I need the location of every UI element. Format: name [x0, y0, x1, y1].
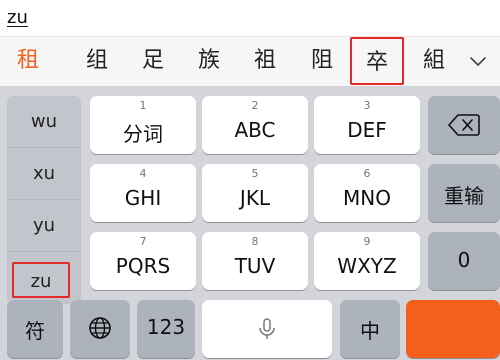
key-5[interactable]: 5 JKL [202, 164, 308, 222]
key-label: GHI [124, 186, 162, 210]
key-7[interactable]: 7 PQRS [90, 232, 196, 290]
candidate-5[interactable]: 祖 [245, 44, 285, 78]
key-label: DEF [347, 118, 387, 142]
candidate-bar: 租 组 足 族 祖 阻 卒 組 [0, 36, 500, 86]
key-number: 7 [139, 235, 147, 248]
candidate-8[interactable]: 組 [414, 44, 454, 78]
key-1[interactable]: 1 分词 [90, 96, 196, 154]
language-key[interactable]: 中 [340, 300, 400, 358]
enter-key[interactable] [406, 300, 500, 358]
key-label: 分词 [123, 122, 163, 146]
numbers-key[interactable]: 123 [137, 300, 195, 358]
delete-key[interactable] [428, 96, 500, 154]
key-number: 4 [139, 167, 147, 180]
key-label: 重输 [444, 184, 484, 208]
key-number: 2 [251, 99, 259, 112]
key-label: JKL [239, 186, 271, 210]
key-label: 符 [25, 319, 45, 343]
pinyin-item[interactable]: xu [7, 148, 81, 200]
candidate-6[interactable]: 阻 [302, 44, 342, 78]
chevron-down-icon[interactable] [468, 51, 488, 71]
keyboard: wu xu yu zu 1 分词 2 ABC 3 DEF 4 GHI 5 JKL… [0, 86, 500, 360]
key-label: MNO [343, 186, 391, 210]
key-label: PQRS [115, 254, 171, 278]
key-number: 1 [139, 99, 147, 112]
pinyin-item[interactable]: wu [7, 96, 81, 148]
candidate-3[interactable]: 足 [133, 44, 173, 78]
candidate-7[interactable]: 卒 [350, 37, 404, 85]
pinyin-list[interactable]: wu xu yu zu [7, 96, 81, 304]
candidate-2[interactable]: 组 [77, 44, 117, 78]
key-8[interactable]: 8 TUV [202, 232, 308, 290]
key-9[interactable]: 9 WXYZ [314, 232, 420, 290]
key-number: 6 [363, 167, 371, 180]
key-4[interactable]: 4 GHI [90, 164, 196, 222]
candidate-4[interactable]: 族 [189, 44, 229, 78]
key-3[interactable]: 3 DEF [314, 96, 420, 154]
key-label: 0 [457, 248, 471, 272]
key-number: 8 [251, 235, 259, 248]
pinyin-item[interactable]: yu [7, 200, 81, 252]
key-label: 中 [360, 319, 380, 343]
key-number: 3 [363, 99, 371, 112]
pinyin-item-selected[interactable]: zu [12, 262, 70, 298]
key-2[interactable]: 2 ABC [202, 96, 308, 154]
globe-key[interactable] [70, 300, 130, 358]
key-number: 5 [251, 167, 259, 180]
key-label: WXYZ [337, 254, 397, 278]
delete-backspace-icon [448, 114, 480, 140]
space-key[interactable] [202, 300, 332, 358]
key-6[interactable]: 6 MNO [314, 164, 420, 222]
composition-bar: zu [0, 0, 500, 36]
microphone-icon [258, 318, 276, 344]
composition-text: zu [7, 7, 28, 28]
candidate-1[interactable]: 租 [8, 44, 48, 78]
symbol-key[interactable]: 符 [7, 300, 63, 358]
reenter-key[interactable]: 重输 [428, 164, 500, 222]
key-label: TUV [234, 254, 276, 278]
globe-icon [88, 316, 112, 344]
key-number: 9 [363, 235, 371, 248]
key-label: 123 [146, 315, 186, 339]
key-label: ABC [234, 118, 276, 142]
key-0[interactable]: 0 [428, 232, 500, 290]
